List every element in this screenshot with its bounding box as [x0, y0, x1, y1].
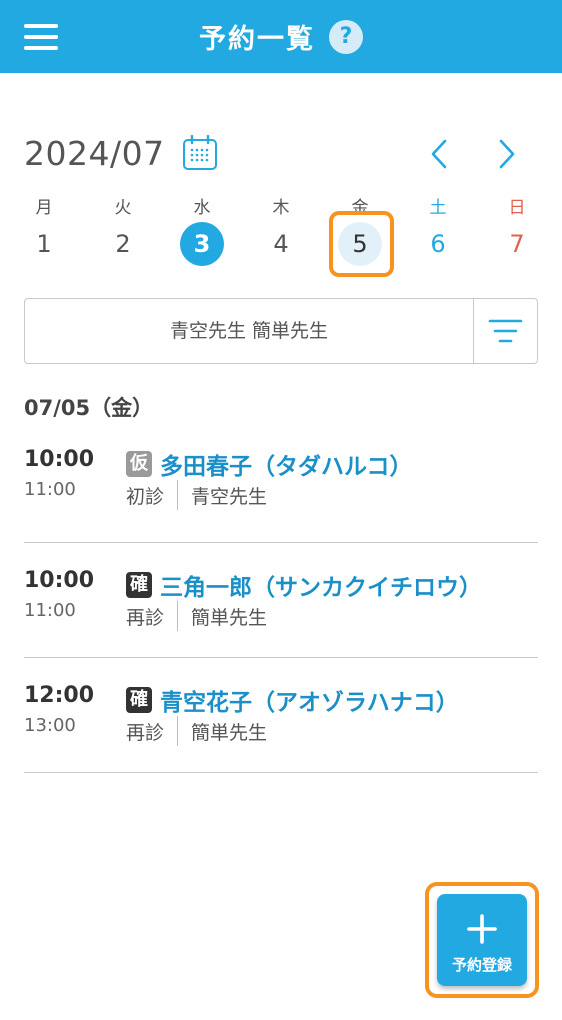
start-time: 10:00 — [24, 568, 95, 593]
list-divider — [24, 657, 538, 658]
schedule-date-heading: 07/05（金） — [24, 396, 154, 420]
appointment-meta: 再診 簡単先生 — [126, 715, 267, 747]
status-badge: 確 — [126, 687, 152, 713]
app-header: 予約一覧 ? — [0, 0, 562, 73]
doctor-name: 簡単先生 — [191, 721, 268, 744]
appointment-meta: 再診 簡単先生 — [126, 600, 267, 632]
plus-icon — [467, 914, 497, 944]
doctor-name: 青空先生 — [191, 485, 268, 508]
weekday-label: 木 — [272, 198, 290, 218]
appointment-item[interactable]: 10:00 11:00 確 三角一郎（サンカクイチロウ） 再診 簡単先生 — [24, 568, 538, 640]
meta-separator — [177, 716, 179, 746]
meta-separator — [177, 601, 179, 631]
filter-value: 青空先生 簡単先生 — [169, 320, 329, 342]
appointment-meta: 初診 青空先生 — [126, 479, 267, 511]
list-divider — [24, 772, 538, 773]
visit-type: 再診 — [126, 721, 165, 744]
date-number: 4 — [273, 230, 289, 258]
day-sun[interactable]: 日 7 — [487, 196, 547, 266]
week-strip: 月 1 火 2 水 3 木 4 金 5 土 6 日 7 — [0, 196, 562, 276]
date-number: 1 — [36, 230, 52, 258]
calendar-icon[interactable] — [182, 135, 218, 171]
weekday-label: 水 — [193, 198, 211, 218]
appointment-item[interactable]: 10:00 11:00 仮 多田春子（タダハルコ） 初診 青空先生 — [24, 447, 538, 519]
list-divider — [24, 542, 538, 543]
date-number-current: 5 — [338, 222, 382, 266]
patient-name[interactable]: 青空花子（アオゾラハナコ） — [160, 683, 459, 717]
patient-name[interactable]: 多田春子（タダハルコ） — [160, 447, 413, 481]
start-time: 12:00 — [24, 683, 95, 708]
question-mark-icon[interactable]: ? — [329, 19, 363, 54]
doctor-name: 簡単先生 — [191, 606, 268, 629]
weekday-label: 日 — [508, 198, 526, 218]
day-sat[interactable]: 土 6 — [408, 196, 468, 266]
filter-icon[interactable] — [474, 299, 537, 363]
add-reservation-label: 予約登録 — [451, 956, 512, 974]
chevron-left-icon[interactable] — [426, 138, 454, 170]
chevron-right-icon[interactable] — [492, 138, 520, 170]
end-time: 13:00 — [24, 715, 76, 736]
date-number: 2 — [115, 230, 131, 258]
add-reservation-button[interactable]: 予約登録 — [437, 894, 527, 986]
date-number: 7 — [509, 230, 525, 258]
doctor-filter[interactable]: 青空先生 簡単先生 — [24, 298, 538, 364]
visit-type: 再診 — [126, 606, 165, 629]
day-thu[interactable]: 木 4 — [251, 196, 311, 266]
weekday-label: 月 — [35, 198, 53, 218]
appointment-item[interactable]: 12:00 13:00 確 青空花子（アオゾラハナコ） 再診 簡単先生 — [24, 683, 538, 755]
meta-separator — [177, 480, 179, 510]
day-fri[interactable]: 金 5 — [330, 196, 390, 266]
end-time: 11:00 — [24, 479, 76, 500]
weekday-label: 土 — [429, 198, 447, 218]
status-badge: 仮 — [126, 451, 152, 477]
visit-type: 初診 — [126, 485, 165, 508]
date-number: 6 — [430, 230, 446, 258]
day-tue[interactable]: 火 2 — [93, 196, 153, 266]
month-label: 2024/07 — [24, 134, 165, 173]
patient-name[interactable]: 三角一郎（サンカクイチロウ） — [160, 568, 482, 602]
weekday-label: 火 — [114, 198, 132, 218]
date-number-selected: 3 — [180, 222, 224, 266]
weekday-label: 金 — [351, 198, 369, 218]
page-title: 予約一覧 — [199, 24, 315, 55]
day-wed[interactable]: 水 3 — [172, 196, 232, 266]
day-mon[interactable]: 月 1 — [14, 196, 74, 266]
start-time: 10:00 — [24, 447, 95, 472]
status-badge: 確 — [126, 572, 152, 598]
header-title-group: 予約一覧 ? — [0, 0, 562, 73]
end-time: 11:00 — [24, 600, 76, 621]
